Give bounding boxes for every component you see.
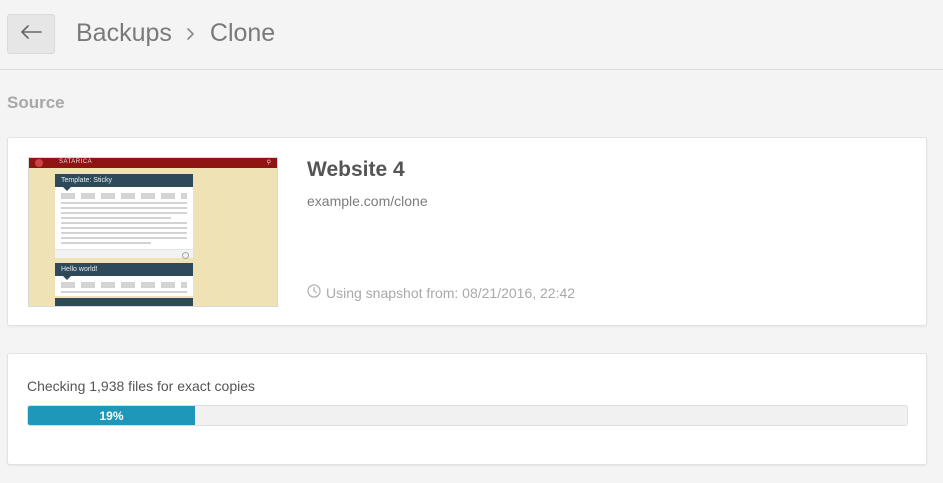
header-bar: Backups Clone: [0, 0, 943, 70]
progress-label: Checking 1,938 files for exact copies: [27, 378, 256, 394]
progress-percent: 19%: [99, 408, 124, 423]
thumbnail-text-line: [61, 212, 187, 214]
thumbnail-post-title: Hello world!: [55, 263, 193, 280]
thumbnail-post: Hello world!: [55, 263, 193, 296]
back-button[interactable]: [7, 14, 55, 54]
progress-bar: 19%: [27, 405, 908, 426]
thumbnail-brand: SATARICA: [59, 159, 93, 165]
site-name: Website 4: [307, 158, 405, 181]
breadcrumb-parent-backups[interactable]: Backups: [76, 19, 172, 48]
site-thumbnail: SATARICA ⚲ Template: Sticky Hello world!: [28, 157, 278, 307]
arrow-left-icon: [20, 24, 42, 44]
section-title-source: Source: [7, 93, 65, 112]
thumbnail-post-title: Template: Sticky: [55, 174, 193, 191]
thumbnail-text-line: [61, 217, 171, 219]
breadcrumb: Backups Clone: [76, 19, 275, 48]
breadcrumb-current-clone: Clone: [209, 19, 276, 47]
thumbnail-search-icon: ⚲: [266, 160, 271, 166]
thumbnail-logo-icon: [35, 159, 43, 167]
site-url: example.com/clone: [307, 193, 428, 209]
snapshot-text: Using snapshot from: 08/21/2016, 22:42: [326, 284, 576, 301]
thumbnail-text-line: [61, 242, 151, 244]
thumbnail-post: Template: Sticky: [55, 174, 193, 259]
thumbnail-text-line: [61, 227, 187, 229]
clock-icon: [307, 284, 326, 301]
thumbnail-topbar: SATARICA ⚲: [29, 158, 277, 168]
source-card: SATARICA ⚲ Template: Sticky Hello world!…: [7, 137, 927, 326]
thumbnail-next-post: [55, 298, 193, 306]
thumbnail-text-line: [61, 232, 187, 234]
thumbnail-post-meta: [61, 193, 187, 199]
thumbnail-post-meta: [61, 282, 187, 288]
progress-card: Checking 1,938 files for exact copies 19…: [7, 353, 927, 465]
snapshot-info: Using snapshot from: 08/21/2016, 22:42: [307, 284, 575, 301]
thumbnail-text-line: [61, 291, 187, 293]
thumbnail-text-line: [61, 237, 187, 239]
chevron-right-icon: [186, 27, 196, 41]
progress-fill: 19%: [28, 406, 195, 425]
thumbnail-text-line: [61, 207, 187, 209]
thumbnail-text-line: [61, 202, 187, 204]
thumbnail-text-line: [61, 222, 187, 224]
thumbnail-post-footer: [55, 249, 193, 259]
